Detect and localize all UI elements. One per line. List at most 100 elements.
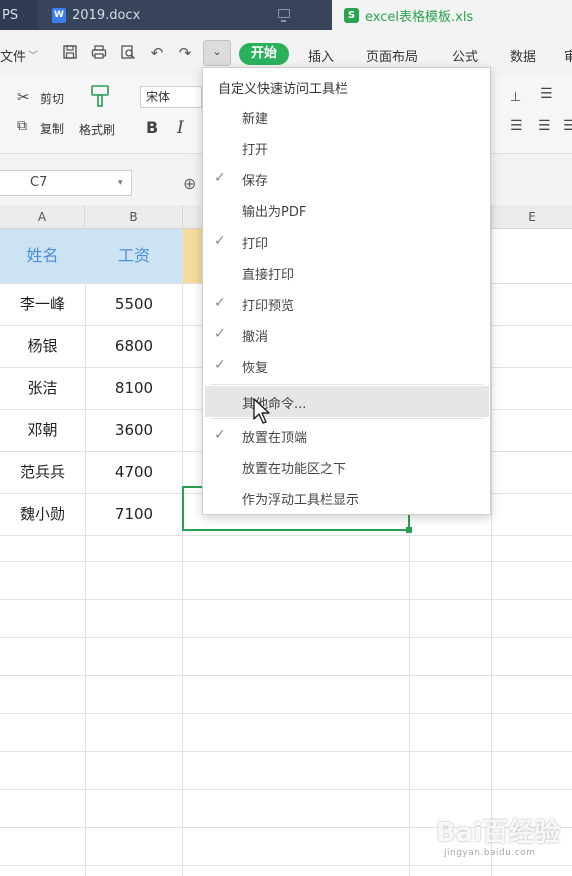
align-right-icon[interactable]: ☰ — [510, 118, 523, 134]
bold-button[interactable]: B — [146, 118, 158, 137]
menu-item-label: 撤消 — [242, 330, 269, 345]
menu-item-print[interactable]: ✓ 打印 — [203, 226, 490, 257]
tab-docx[interactable]: W 2019.docx — [38, 0, 332, 30]
quick-access-dropdown-button[interactable]: ⌄ — [203, 40, 231, 66]
print-preview-icon[interactable] — [119, 44, 137, 62]
cell-name[interactable]: 张洁 — [0, 367, 85, 409]
check-icon: ✓ — [214, 170, 226, 186]
menu-item-label: 作为浮动工具栏显示 — [242, 493, 360, 508]
chevron-down-icon: ⌄ — [212, 45, 222, 58]
undo-icon[interactable]: ↶ — [148, 44, 166, 62]
menu-item-label: 新建 — [242, 112, 269, 127]
spreadsheet-icon: S — [344, 7, 359, 23]
file-menu[interactable]: 文件 — [0, 46, 26, 65]
cell-name[interactable]: 邓朝 — [0, 409, 85, 451]
mouse-cursor-icon — [253, 398, 270, 424]
menu-title: 自定义快速访问工具栏 — [218, 82, 349, 97]
baidu-watermark: Bai百经验 jingyan.baidu.com — [436, 808, 566, 868]
menu-item-label: 打印预览 — [242, 299, 295, 314]
menu-item-label: 恢复 — [242, 361, 269, 376]
tab-docx-label: 2019.docx — [72, 7, 141, 23]
menu-item-place-below-ribbon[interactable]: 放置在功能区之下 — [203, 451, 490, 482]
header-cell-name[interactable]: 姓名 — [0, 229, 85, 283]
monitor-icon — [278, 9, 290, 22]
menu-item-print-preview[interactable]: ✓ 打印预览 — [203, 288, 490, 319]
tab-xls[interactable]: S excel表格模板.xls — [332, 0, 572, 30]
gridline — [182, 229, 183, 876]
distribute-icon[interactable]: ☰ — [563, 118, 572, 134]
customize-quick-access-menu: 自定义快速访问工具栏 新建 打开 ✓ 保存 输出为PDF ✓ 打印 直接打印 ✓… — [202, 67, 491, 515]
watermark-logo-text: Bai百经验 — [436, 818, 561, 848]
cell-salary[interactable]: 5500 — [86, 283, 182, 325]
font-name-select[interactable]: 宋体 — [140, 86, 202, 108]
ribbon-tab-formula[interactable]: 公式 — [452, 46, 478, 65]
menu-separator — [211, 384, 483, 385]
menu-item-open[interactable]: 打开 — [203, 132, 490, 163]
cell-salary[interactable]: 3600 — [86, 409, 182, 451]
column-header-e[interactable]: E — [492, 205, 572, 229]
save-icon[interactable] — [61, 44, 79, 62]
check-icon: ✓ — [214, 295, 226, 311]
menu-item-new[interactable]: 新建 — [203, 101, 490, 132]
menu-item-label: 直接打印 — [242, 268, 295, 283]
menu-item-save[interactable]: ✓ 保存 — [203, 163, 490, 194]
menu-item-label: 输出为PDF — [242, 205, 307, 220]
word-doc-icon: W — [52, 7, 66, 23]
tab-xls-label: excel表格模板.xls — [365, 9, 474, 25]
menu-item-label: 打印 — [242, 237, 269, 252]
tab-wps[interactable]: PS — [0, 0, 38, 30]
align-bottom-icon[interactable]: ⊥ — [510, 90, 521, 105]
column-header-a[interactable]: A — [0, 205, 85, 229]
tab-wps-label: PS — [2, 7, 19, 23]
check-icon: ✓ — [214, 357, 226, 373]
cell-name[interactable]: 魏小勋 — [0, 493, 85, 535]
redo-icon[interactable]: ↷ — [176, 44, 194, 62]
file-menu-chevron-icon[interactable]: ﹀ — [28, 47, 38, 62]
ribbon-tab-review[interactable]: 审 — [564, 46, 572, 65]
column-header-b[interactable]: B — [85, 205, 183, 229]
gridline — [0, 637, 572, 638]
print-icon[interactable] — [90, 44, 108, 62]
cell-salary[interactable]: 8100 — [86, 367, 182, 409]
wrap-text-icon[interactable]: ☰ — [540, 86, 553, 102]
gridline — [0, 561, 572, 562]
cell-name[interactable]: 李一峰 — [0, 283, 85, 325]
gridline — [0, 675, 572, 676]
cell-salary[interactable]: 4700 — [86, 451, 182, 493]
scissors-icon[interactable]: ✂ — [17, 88, 30, 106]
ribbon-tab-insert[interactable]: 插入 — [308, 46, 334, 65]
cell-salary[interactable]: 7100 — [86, 493, 182, 535]
menu-item-label: 放置在顶端 — [242, 431, 308, 446]
ribbon-tab-data[interactable]: 数据 — [510, 46, 536, 65]
gridline — [0, 535, 572, 536]
menu-item-redo[interactable]: ✓ 恢复 — [203, 350, 490, 381]
copy-button[interactable]: 复制 — [40, 120, 64, 137]
menu-item-place-top[interactable]: ✓ 放置在顶端 — [203, 420, 490, 451]
check-icon: ✓ — [214, 326, 226, 342]
cell-name[interactable]: 范兵兵 — [0, 451, 85, 493]
check-icon: ✓ — [214, 233, 226, 249]
menu-item-more-commands[interactable]: 其他命令... — [205, 386, 489, 417]
format-painter-icon[interactable] — [88, 84, 112, 114]
cut-button[interactable]: 剪切 — [40, 90, 64, 107]
cell-salary[interactable]: 6800 — [86, 325, 182, 367]
ribbon-tab-page-layout[interactable]: 页面布局 — [366, 46, 418, 65]
format-painter-button[interactable]: 格式刷 — [79, 121, 115, 138]
ribbon-tab-start[interactable]: 开始 — [239, 43, 289, 65]
name-box[interactable]: C7 — [0, 170, 132, 196]
gridline — [0, 789, 572, 790]
watermark-url: jingyan.baidu.com — [444, 848, 536, 858]
copy-icon[interactable]: ⧉ — [17, 118, 27, 134]
italic-button[interactable]: I — [177, 118, 184, 138]
name-box-chevron-icon[interactable]: ▾ — [118, 178, 123, 188]
menu-item-label: 打开 — [242, 143, 269, 158]
menu-item-export-pdf[interactable]: 输出为PDF — [203, 194, 490, 225]
document-tab-bar: PS W 2019.docx S excel表格模板.xls — [0, 0, 572, 30]
cell-name[interactable]: 杨银 — [0, 325, 85, 367]
justify-icon[interactable]: ☰ — [538, 118, 551, 134]
menu-item-direct-print[interactable]: 直接打印 — [203, 257, 490, 288]
menu-item-undo[interactable]: ✓ 撤消 — [203, 319, 490, 350]
header-cell-salary[interactable]: 工资 — [86, 229, 182, 283]
zoom-icon[interactable]: ⊕ — [183, 174, 196, 193]
menu-item-floating-toolbar[interactable]: 作为浮动工具栏显示 — [203, 482, 490, 513]
